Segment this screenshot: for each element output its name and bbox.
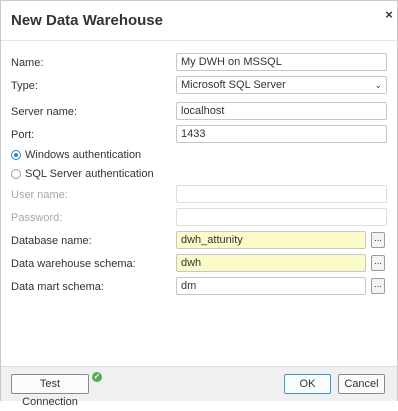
user-name-label: User name: (11, 189, 68, 201)
port-label: Port: (11, 129, 35, 141)
dwh-schema-label: Data warehouse schema: (11, 258, 136, 270)
dwh-schema-browse-button[interactable]: ... (371, 255, 385, 271)
password-label: Password: (11, 212, 63, 224)
sql-auth-radio[interactable] (11, 169, 21, 179)
name-input[interactable] (176, 53, 387, 71)
database-name-input[interactable] (176, 231, 366, 249)
database-name-label: Database name: (11, 235, 92, 247)
server-name-label: Server name: (11, 106, 78, 118)
chevron-down-icon: ⌄ (374, 80, 382, 90)
windows-auth-radio[interactable] (11, 150, 21, 160)
database-browse-button[interactable]: ... (371, 232, 385, 248)
type-select[interactable]: Microsoft SQL Server ⌄ (176, 76, 387, 94)
ok-button[interactable]: OK (284, 374, 331, 394)
server-name-input[interactable] (176, 102, 387, 120)
close-icon[interactable]: × (382, 7, 396, 23)
dialog-title: New Data Warehouse (11, 12, 163, 29)
check-circle-icon: ✓ (92, 372, 102, 382)
new-data-warehouse-dialog: New Data Warehouse × Name: Type: Microso… (0, 0, 398, 408)
header-divider (1, 40, 397, 41)
user-name-input[interactable] (176, 185, 387, 203)
name-label: Name: (11, 57, 44, 69)
sql-auth-label[interactable]: SQL Server authentication (25, 168, 154, 180)
port-input[interactable] (176, 125, 387, 143)
type-select-value: Microsoft SQL Server (181, 79, 286, 91)
windows-auth-label[interactable]: Windows authentication (25, 149, 141, 161)
type-label: Type: (11, 80, 38, 92)
mart-schema-input[interactable] (176, 277, 366, 295)
mart-schema-browse-button[interactable]: ... (371, 278, 385, 294)
password-input[interactable] (176, 208, 387, 226)
mart-schema-label: Data mart schema: (11, 281, 104, 293)
test-connection-button[interactable]: Test Connection (11, 374, 89, 408)
dwh-schema-input[interactable] (176, 254, 366, 272)
cancel-button[interactable]: Cancel (338, 374, 385, 394)
